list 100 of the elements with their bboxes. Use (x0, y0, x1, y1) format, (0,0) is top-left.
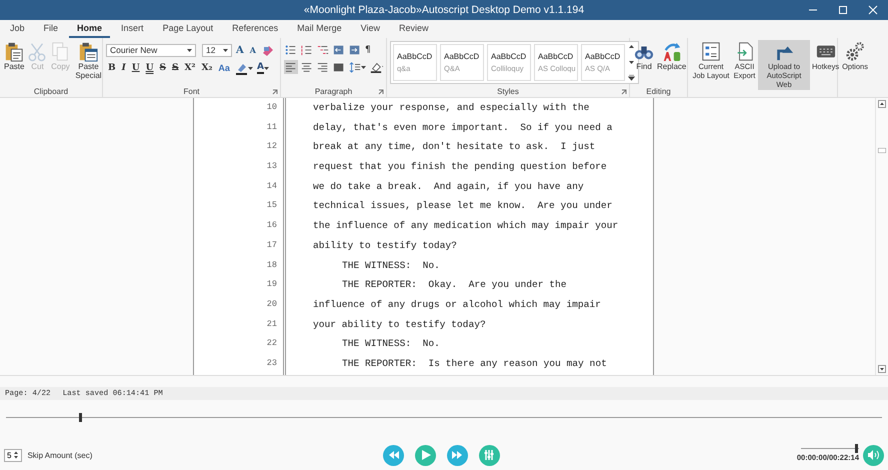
shading-button[interactable] (369, 60, 383, 74)
font-size-dropdown[interactable]: 12 (202, 44, 232, 56)
caret-icon (361, 66, 366, 68)
scroll-down-icon (878, 365, 886, 373)
font-color-button[interactable]: A (256, 61, 270, 75)
group-label: Font (183, 86, 200, 97)
numbered-list-icon (301, 44, 313, 56)
ribbon-tab[interactable]: Page Layout (154, 23, 222, 38)
underline-button[interactable]: U (130, 62, 142, 74)
line-number: 12 (266, 140, 278, 154)
transcript-line: the influence of any medication which may impair your (313, 219, 620, 234)
paste-special-button[interactable]: Paste Special (72, 40, 104, 81)
highlight-button[interactable] (234, 61, 254, 75)
transcript-line: break at any time, don't hesitate to ask. I just (313, 140, 596, 154)
caret-icon (187, 48, 192, 52)
case-button[interactable]: Aa (216, 62, 232, 74)
italic-button[interactable]: I (120, 62, 128, 74)
transcript-line: influence of any drugs or alcohol which may impair (313, 298, 602, 312)
numbering-button[interactable] (300, 43, 314, 57)
scroll-up-icon (628, 44, 635, 49)
sliders-icon (484, 450, 495, 460)
grow-font-button[interactable]: A (234, 44, 246, 56)
transcript-line: delay, that's even more important. So if you need a (313, 120, 614, 135)
line-number: 10 (266, 101, 278, 114)
scroll-thumb-icon (878, 148, 886, 153)
ribbon-tab[interactable]: Job (2, 23, 33, 38)
outdent-button[interactable] (332, 43, 346, 57)
font-name-dropdown[interactable]: Courier New (106, 44, 196, 56)
timeline-thumb[interactable] (79, 413, 82, 422)
justify-icon (333, 61, 345, 73)
indent-button[interactable] (348, 43, 362, 57)
double-underline-button[interactable]: U (144, 62, 156, 74)
volume-button[interactable] (863, 444, 884, 466)
scroll-down-icon (628, 60, 635, 64)
gears-icon (845, 41, 866, 62)
eraser-icon (260, 44, 274, 56)
skip-amount-spinner[interactable]: 5 (4, 448, 22, 462)
play-icon (420, 450, 430, 460)
ribbon-tab[interactable]: References (224, 23, 286, 38)
window-title: «Moonlight Plaza-Jacob»Autoscript Desktop Demo v1.1.194 (304, 4, 584, 16)
play-button[interactable] (415, 444, 436, 466)
ribbon-tab[interactable]: Mail Merge (289, 23, 350, 38)
shrink-font-button[interactable]: A (248, 44, 258, 56)
vertical-scrollbar[interactable] (875, 98, 888, 375)
line-number: 18 (266, 258, 278, 272)
expand-gallery-icon (628, 75, 635, 81)
transcript-line: THE WITNESS: No. (341, 258, 441, 272)
ribbon-tab[interactable]: File (36, 23, 66, 38)
align-right-button[interactable] (316, 60, 330, 74)
line-number: 13 (266, 160, 278, 174)
group-label: Paragraph (314, 86, 352, 97)
ribbon-tab[interactable]: Insert (113, 23, 152, 38)
multilevel-button[interactable] (316, 43, 330, 57)
align-left-button[interactable] (284, 60, 298, 74)
bullets-button[interactable] (284, 43, 298, 57)
rewind-button[interactable] (383, 444, 404, 466)
dialog-launcher-icon[interactable] (272, 89, 278, 95)
volume-thumb[interactable] (855, 444, 858, 453)
paste-button[interactable]: Paste (3, 40, 26, 72)
replace-button[interactable]: Replace (656, 40, 688, 72)
bold-button[interactable]: B (106, 62, 118, 74)
strike-button[interactable]: S (158, 62, 168, 74)
align-left-icon (285, 61, 297, 73)
transcript-line: technical issues, please let me know. Are you under (313, 199, 614, 214)
line-spacing-icon (349, 61, 361, 73)
superscript-button[interactable]: X² (182, 62, 198, 74)
ribbon-tab[interactable]: View (352, 23, 388, 38)
line-number: 19 (266, 278, 278, 292)
close-icon (868, 5, 878, 15)
line-number: 16 (266, 219, 278, 232)
group-label: Clipboard (34, 86, 68, 97)
clipboard-icon (4, 41, 24, 62)
outdent-icon (333, 44, 345, 56)
transcript-line: verbalize your response, and especially with the (313, 101, 590, 115)
spacing-button[interactable] (348, 60, 367, 74)
equalizer-button[interactable] (479, 444, 500, 466)
bullet-list-icon (285, 44, 297, 56)
copy-icon (50, 41, 70, 62)
align-center-button[interactable] (300, 60, 314, 74)
ribbon-tab[interactable]: Review (391, 23, 437, 38)
double-strike-button[interactable]: S (170, 62, 181, 74)
fast-forward-button[interactable] (447, 444, 468, 466)
find-button[interactable]: Find (633, 40, 655, 72)
clipboard-icon (78, 41, 98, 62)
align-right-icon (317, 61, 329, 73)
caret-icon (264, 66, 269, 70)
maximize-icon (838, 5, 848, 15)
subscript-button[interactable]: X₂ (199, 62, 214, 74)
paint-bucket-icon (370, 61, 382, 73)
line-number: 15 (266, 199, 278, 212)
dialog-launcher-icon[interactable] (378, 89, 384, 95)
replace-icon (662, 41, 682, 62)
line-number: 23 (266, 356, 278, 370)
fast-forward-icon (452, 450, 463, 460)
document-arrow-icon (734, 41, 754, 62)
skip-amount-label: Skip Amount (sec) (27, 450, 92, 460)
dialog-launcher-icon[interactable] (621, 89, 627, 95)
scissors-icon (27, 41, 48, 62)
pilcrow-button[interactable]: ¶ (364, 43, 372, 57)
caret-icon (223, 48, 228, 52)
